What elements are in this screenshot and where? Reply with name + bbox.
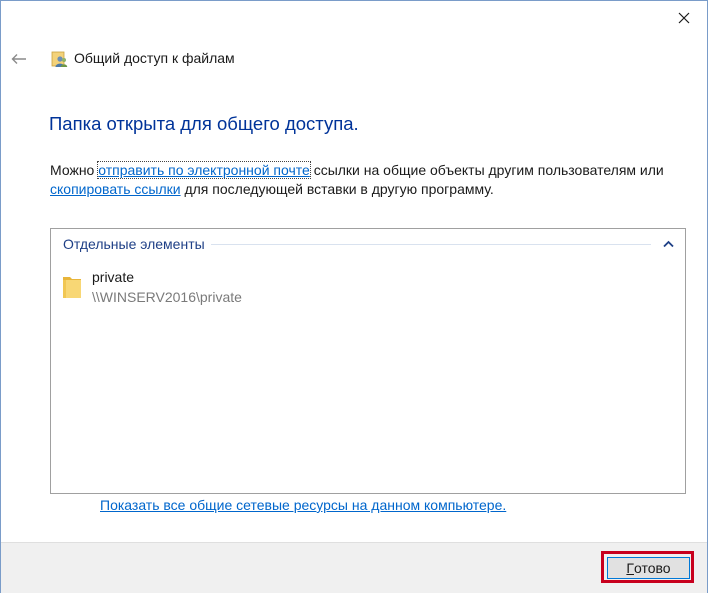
- back-arrow-icon: [11, 54, 26, 64]
- file-sharing-dialog: Общий доступ к файлам Папка открыта для …: [0, 0, 708, 593]
- copy-links-link[interactable]: скопировать ссылки: [50, 181, 181, 197]
- list-item[interactable]: private \\WINSERV2016\private: [59, 267, 319, 309]
- back-button[interactable]: [9, 49, 29, 69]
- group-divider: [210, 243, 651, 245]
- folder-icon: [63, 277, 81, 298]
- item-path: \\WINSERV2016\private: [92, 289, 242, 305]
- send-email-link[interactable]: отправить по электронной почте: [97, 161, 311, 179]
- share-users-icon: [51, 51, 68, 67]
- page-heading: Папка открыта для общего доступа.: [49, 113, 359, 134]
- description-text-1: Можно: [50, 162, 99, 178]
- show-all-shares-link[interactable]: Показать все общие сетевые ресурсы на да…: [100, 497, 506, 513]
- window-title: Общий доступ к файлам: [74, 50, 235, 66]
- close-button[interactable]: [667, 3, 701, 33]
- description-text-3: для последующей вставки в другую програм…: [180, 181, 494, 197]
- description-text-2: ссылки на общие объекты другим пользоват…: [309, 162, 664, 178]
- done-button[interactable]: Готово: [607, 557, 690, 579]
- title-row: Общий доступ к файлам: [1, 41, 707, 75]
- shared-items-list[interactable]: Отдельные элементы private \\WINSERV2016…: [50, 228, 686, 494]
- group-header: Отдельные элементы: [63, 235, 675, 253]
- done-button-label: отово: [634, 560, 671, 576]
- item-name: private: [92, 269, 135, 285]
- done-button-highlight: Готово: [601, 551, 694, 583]
- description: Можно отправить по электронной почте ссы…: [50, 161, 685, 199]
- group-label: Отдельные элементы: [63, 236, 205, 252]
- chevron-up-icon: [662, 240, 674, 248]
- dialog-footer: Готово: [1, 542, 707, 593]
- close-icon: [678, 12, 690, 24]
- collapse-group-button[interactable]: [661, 237, 675, 251]
- done-button-mnemonic: Г: [626, 560, 634, 576]
